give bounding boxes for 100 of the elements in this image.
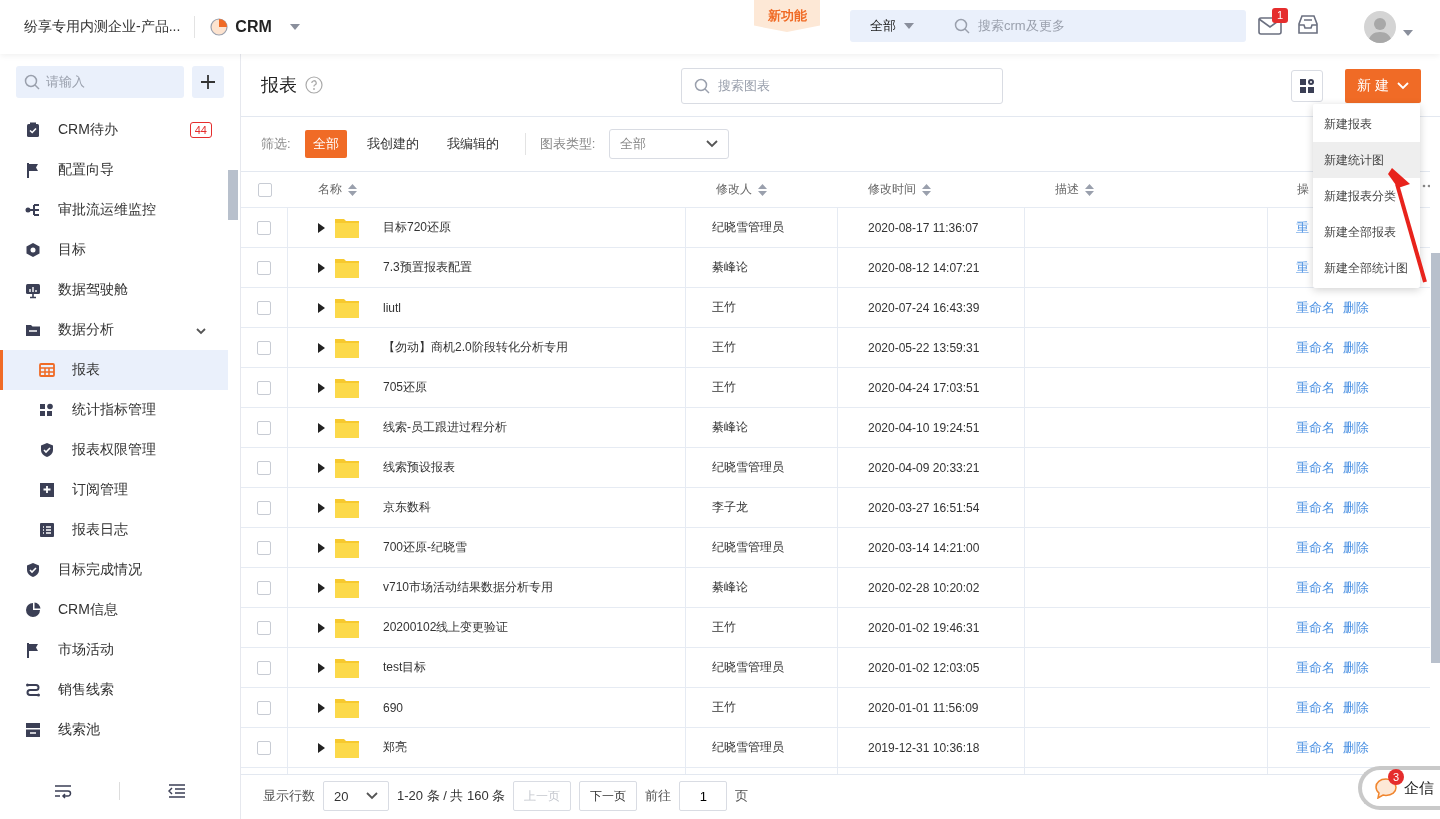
row-checkbox[interactable] xyxy=(257,620,271,635)
sidebar-item[interactable]: 报表日志 xyxy=(0,510,228,550)
chat-widget[interactable]: 3 企信 xyxy=(1358,766,1440,810)
sidebar-item[interactable]: 目标完成情况 xyxy=(0,550,228,590)
action-link[interactable]: 删除 xyxy=(1343,698,1369,717)
collapse-menu-icon[interactable] xyxy=(168,783,187,799)
row-checkbox[interactable] xyxy=(257,500,271,515)
report-name[interactable]: 线索预设报表 xyxy=(383,459,455,476)
sidebar-item[interactable]: 数据分析 xyxy=(0,310,228,350)
column-header[interactable]: 名称 xyxy=(318,181,342,198)
report-name[interactable]: liutl xyxy=(383,300,401,315)
avatar[interactable] xyxy=(1364,11,1396,43)
report-name[interactable]: 郑亮 xyxy=(383,739,407,756)
menu-item[interactable]: 新建报表分类 xyxy=(1313,178,1420,214)
mail-icon[interactable] xyxy=(1258,17,1282,37)
select-all-checkbox[interactable] xyxy=(257,182,272,197)
column-header[interactable]: 修改人 xyxy=(716,181,752,198)
action-link[interactable]: 删除 xyxy=(1343,498,1369,517)
company-name[interactable]: 纷享专用内测企业-产品... xyxy=(24,18,181,36)
row-checkbox[interactable] xyxy=(257,420,271,435)
row-checkbox[interactable] xyxy=(257,740,271,755)
expand-icon[interactable] xyxy=(318,422,325,433)
sort-icon[interactable] xyxy=(1085,183,1094,196)
sort-icon[interactable] xyxy=(758,183,767,196)
expand-icon[interactable] xyxy=(318,262,325,273)
sidebar-item[interactable]: CRM待办 44 xyxy=(0,110,228,150)
report-name[interactable]: 线索-员工跟进过程分析 xyxy=(383,419,507,436)
action-link[interactable]: 删除 xyxy=(1343,618,1369,637)
column-header[interactable]: 描述 xyxy=(1055,181,1079,198)
row-checkbox[interactable] xyxy=(257,300,271,315)
sidebar-item[interactable]: 配置向导 xyxy=(0,150,228,190)
sidebar-item[interactable]: 订阅管理 xyxy=(0,470,228,510)
global-search-field[interactable]: 全部 搜索crm及更多 xyxy=(850,10,1246,42)
expand-icon[interactable] xyxy=(318,662,325,673)
row-checkbox[interactable] xyxy=(257,540,271,555)
menu-item[interactable]: 新建报表 xyxy=(1313,106,1420,142)
action-link[interactable]: 删除 xyxy=(1343,418,1369,437)
expand-icon[interactable] xyxy=(318,382,325,393)
expand-icon[interactable] xyxy=(318,622,325,633)
expand-icon[interactable] xyxy=(318,462,325,473)
sidebar-item[interactable]: 报表权限管理 xyxy=(0,430,228,470)
expand-icon[interactable] xyxy=(318,342,325,353)
app-name[interactable]: CRM xyxy=(235,18,272,36)
expand-icon[interactable] xyxy=(318,302,325,313)
help-icon[interactable] xyxy=(305,76,323,94)
row-checkbox[interactable] xyxy=(257,260,271,275)
row-checkbox[interactable] xyxy=(257,700,271,715)
expand-icon[interactable] xyxy=(318,702,325,713)
menu-item[interactable]: 新建统计图 xyxy=(1313,142,1420,178)
action-link[interactable]: 删除 xyxy=(1343,378,1369,397)
filter-chip[interactable]: 我创建的 xyxy=(358,130,427,158)
expand-icon[interactable] xyxy=(318,222,325,233)
row-checkbox[interactable] xyxy=(257,580,271,595)
next-page-button[interactable]: 下一页 xyxy=(579,781,638,811)
sidebar-item[interactable]: 统计指标管理 xyxy=(0,390,228,430)
expand-icon[interactable] xyxy=(318,742,325,753)
sidebar-item[interactable]: CRM信息 xyxy=(0,590,228,630)
inbox-icon[interactable] xyxy=(1296,13,1320,37)
report-name[interactable]: 目标720还原 xyxy=(383,219,452,236)
sidebar-item[interactable]: 市场活动 xyxy=(0,630,228,670)
add-button[interactable] xyxy=(192,66,224,98)
sidebar-item[interactable]: 目标 xyxy=(0,230,228,270)
row-checkbox[interactable] xyxy=(257,380,271,395)
row-checkbox[interactable] xyxy=(257,340,271,355)
filter-chip[interactable]: 我编辑的 xyxy=(438,130,507,158)
report-name[interactable]: 700还原-纪晓雪 xyxy=(383,539,468,556)
settings-button[interactable] xyxy=(1291,70,1323,102)
row-checkbox[interactable] xyxy=(257,660,271,675)
menu-item[interactable]: 新建全部报表 xyxy=(1313,214,1420,250)
sidebar-item[interactable]: 审批流运维监控 xyxy=(0,190,228,230)
sort-icon[interactable] xyxy=(348,183,357,196)
expand-icon[interactable] xyxy=(318,502,325,513)
sidebar-item[interactable]: 报表 xyxy=(0,350,228,390)
action-link[interactable]: 删除 xyxy=(1343,338,1369,357)
action-link[interactable]: 删除 xyxy=(1343,658,1369,677)
row-checkbox[interactable] xyxy=(257,460,271,475)
search-scope[interactable]: 全部 xyxy=(870,17,896,35)
report-name[interactable]: 7.3预置报表配置 xyxy=(383,259,472,276)
rows-per-page-select[interactable]: 20 xyxy=(323,781,389,811)
report-name[interactable]: 京东数科 xyxy=(383,499,431,516)
page-input[interactable]: 1 xyxy=(679,781,728,811)
report-name[interactable]: 705还原 xyxy=(383,379,428,396)
action-link[interactable]: 删除 xyxy=(1343,538,1369,557)
chart-type-select[interactable]: 全部 xyxy=(609,129,730,159)
report-name[interactable]: v710市场活动结果数据分析专用 xyxy=(383,579,554,596)
scrollbar[interactable] xyxy=(1431,253,1440,663)
report-name[interactable]: test目标 xyxy=(383,659,427,676)
wrap-text-icon[interactable] xyxy=(53,783,72,799)
expand-icon[interactable] xyxy=(318,542,325,553)
sidebar-item[interactable]: 线索池 xyxy=(0,710,228,750)
sidebar-item[interactable]: 数据驾驶舱 xyxy=(0,270,228,310)
action-link[interactable]: 删除 xyxy=(1343,298,1369,317)
sidebar-item[interactable]: 销售线索 xyxy=(0,670,228,710)
scrollbar[interactable] xyxy=(228,170,238,220)
column-header[interactable]: 修改时间 xyxy=(868,181,916,198)
report-name[interactable]: 690 xyxy=(383,700,404,715)
menu-item[interactable]: 新建全部统计图 xyxy=(1313,250,1420,286)
report-name[interactable]: 【勿动】商机2.0阶段转化分析专用 xyxy=(383,339,568,356)
action-link[interactable]: 删除 xyxy=(1343,578,1369,597)
sort-icon[interactable] xyxy=(922,183,931,196)
